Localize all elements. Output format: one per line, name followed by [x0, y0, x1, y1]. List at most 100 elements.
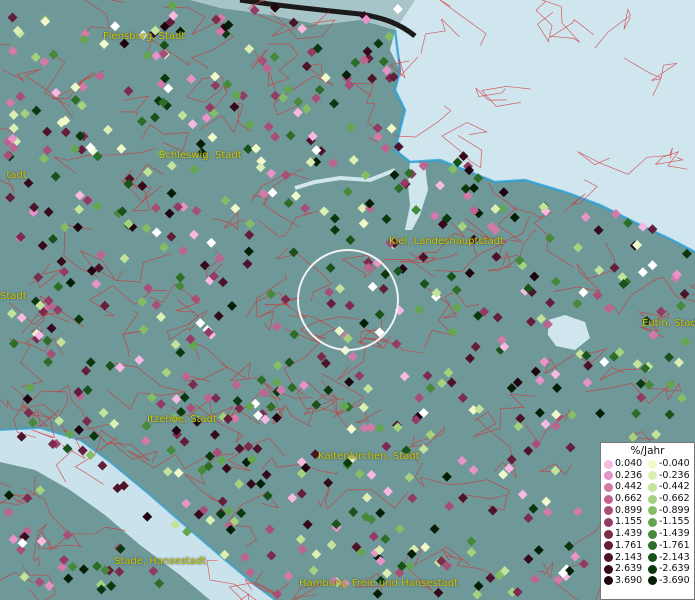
- measurement-point[interactable]: [210, 71, 220, 82]
- measurement-point[interactable]: [81, 416, 92, 427]
- measurement-point[interactable]: [319, 206, 330, 217]
- measurement-point[interactable]: [37, 240, 48, 251]
- measurement-point[interactable]: [48, 49, 59, 60]
- measurement-point[interactable]: [381, 214, 392, 225]
- measurement-point[interactable]: [374, 309, 385, 320]
- measurement-point[interactable]: [292, 107, 303, 118]
- measurement-point[interactable]: [137, 116, 147, 127]
- measurement-point[interactable]: [664, 352, 674, 363]
- measurement-point[interactable]: [179, 436, 190, 447]
- measurement-point[interactable]: [429, 524, 440, 534]
- measurement-point[interactable]: [468, 465, 479, 475]
- measurement-point[interactable]: [656, 306, 667, 317]
- measurement-point[interactable]: [280, 170, 291, 181]
- measurement-point[interactable]: [372, 123, 383, 134]
- measurement-point[interactable]: [329, 213, 340, 224]
- measurement-point[interactable]: [266, 550, 277, 561]
- measurement-point[interactable]: [378, 56, 389, 67]
- measurement-point[interactable]: [323, 477, 334, 488]
- measurement-point[interactable]: [283, 198, 294, 209]
- measurement-point[interactable]: [335, 283, 345, 294]
- measurement-point[interactable]: [262, 490, 273, 501]
- measurement-point[interactable]: [74, 190, 85, 201]
- measurement-point[interactable]: [422, 370, 433, 381]
- measurement-point[interactable]: [523, 554, 534, 565]
- measurement-point[interactable]: [210, 393, 221, 404]
- measurement-point[interactable]: [383, 486, 393, 497]
- measurement-point[interactable]: [328, 158, 339, 168]
- measurement-point[interactable]: [35, 485, 46, 496]
- measurement-point[interactable]: [234, 479, 245, 489]
- measurement-point[interactable]: [676, 393, 687, 404]
- measurement-point[interactable]: [175, 347, 186, 358]
- measurement-point[interactable]: [244, 229, 255, 240]
- measurement-point[interactable]: [51, 87, 62, 98]
- measurement-point[interactable]: [664, 409, 675, 420]
- measurement-point[interactable]: [342, 186, 353, 197]
- measurement-point[interactable]: [429, 210, 440, 221]
- measurement-point[interactable]: [582, 377, 593, 388]
- measurement-point[interactable]: [48, 234, 58, 244]
- measurement-point[interactable]: [85, 357, 96, 368]
- measurement-point[interactable]: [91, 279, 102, 289]
- measurement-point[interactable]: [367, 73, 378, 84]
- measurement-point[interactable]: [533, 545, 544, 556]
- measurement-point[interactable]: [227, 300, 237, 311]
- measurement-point[interactable]: [665, 379, 676, 390]
- measurement-point[interactable]: [308, 565, 319, 576]
- measurement-point[interactable]: [506, 454, 517, 465]
- measurement-point[interactable]: [189, 164, 200, 175]
- measurement-point[interactable]: [142, 167, 153, 178]
- measurement-point[interactable]: [244, 43, 255, 54]
- measurement-point[interactable]: [8, 534, 19, 545]
- measurement-point[interactable]: [404, 472, 415, 483]
- measurement-point[interactable]: [311, 93, 322, 104]
- measurement-point[interactable]: [234, 403, 245, 414]
- measurement-point[interactable]: [329, 98, 340, 109]
- measurement-point[interactable]: [31, 105, 42, 116]
- measurement-point[interactable]: [447, 326, 458, 337]
- measurement-point[interactable]: [270, 131, 281, 142]
- measurement-point[interactable]: [326, 298, 337, 309]
- measurement-point[interactable]: [167, 0, 178, 11]
- measurement-point[interactable]: [42, 145, 53, 156]
- measurement-point[interactable]: [30, 52, 41, 63]
- measurement-point[interactable]: [284, 357, 295, 368]
- measurement-point[interactable]: [636, 392, 647, 403]
- measurement-point[interactable]: [498, 469, 509, 480]
- measurement-point[interactable]: [394, 523, 405, 534]
- measurement-point[interactable]: [231, 379, 242, 390]
- measurement-point[interactable]: [472, 589, 483, 600]
- measurement-point[interactable]: [7, 12, 18, 23]
- measurement-point[interactable]: [464, 268, 475, 279]
- measurement-point[interactable]: [158, 242, 169, 253]
- measurement-point[interactable]: [141, 223, 152, 234]
- measurement-point[interactable]: [25, 382, 36, 393]
- measurement-point[interactable]: [297, 544, 308, 555]
- measurement-point[interactable]: [213, 311, 224, 321]
- measurement-point[interactable]: [142, 50, 153, 61]
- measurement-point[interactable]: [470, 341, 481, 352]
- measurement-point[interactable]: [123, 86, 134, 96]
- measurement-point[interactable]: [314, 84, 325, 95]
- measurement-point[interactable]: [255, 478, 266, 489]
- measurement-point[interactable]: [344, 300, 355, 311]
- measurement-point[interactable]: [528, 503, 539, 514]
- measurement-point[interactable]: [631, 408, 642, 419]
- measurement-point[interactable]: [98, 407, 109, 418]
- measurement-point[interactable]: [220, 195, 231, 206]
- measurement-point[interactable]: [293, 96, 304, 107]
- measurement-point[interactable]: [72, 222, 83, 233]
- measurement-point[interactable]: [4, 490, 14, 501]
- measurement-point[interactable]: [82, 195, 93, 206]
- measurement-point[interactable]: [381, 441, 392, 452]
- measurement-point[interactable]: [3, 507, 14, 518]
- measurement-point[interactable]: [255, 162, 266, 173]
- measurement-point[interactable]: [42, 126, 53, 137]
- measurement-point[interactable]: [170, 339, 181, 350]
- measurement-point[interactable]: [149, 112, 160, 123]
- measurement-point[interactable]: [234, 443, 245, 454]
- measurement-point[interactable]: [462, 190, 473, 201]
- measurement-point[interactable]: [433, 587, 444, 598]
- measurement-point[interactable]: [326, 540, 337, 550]
